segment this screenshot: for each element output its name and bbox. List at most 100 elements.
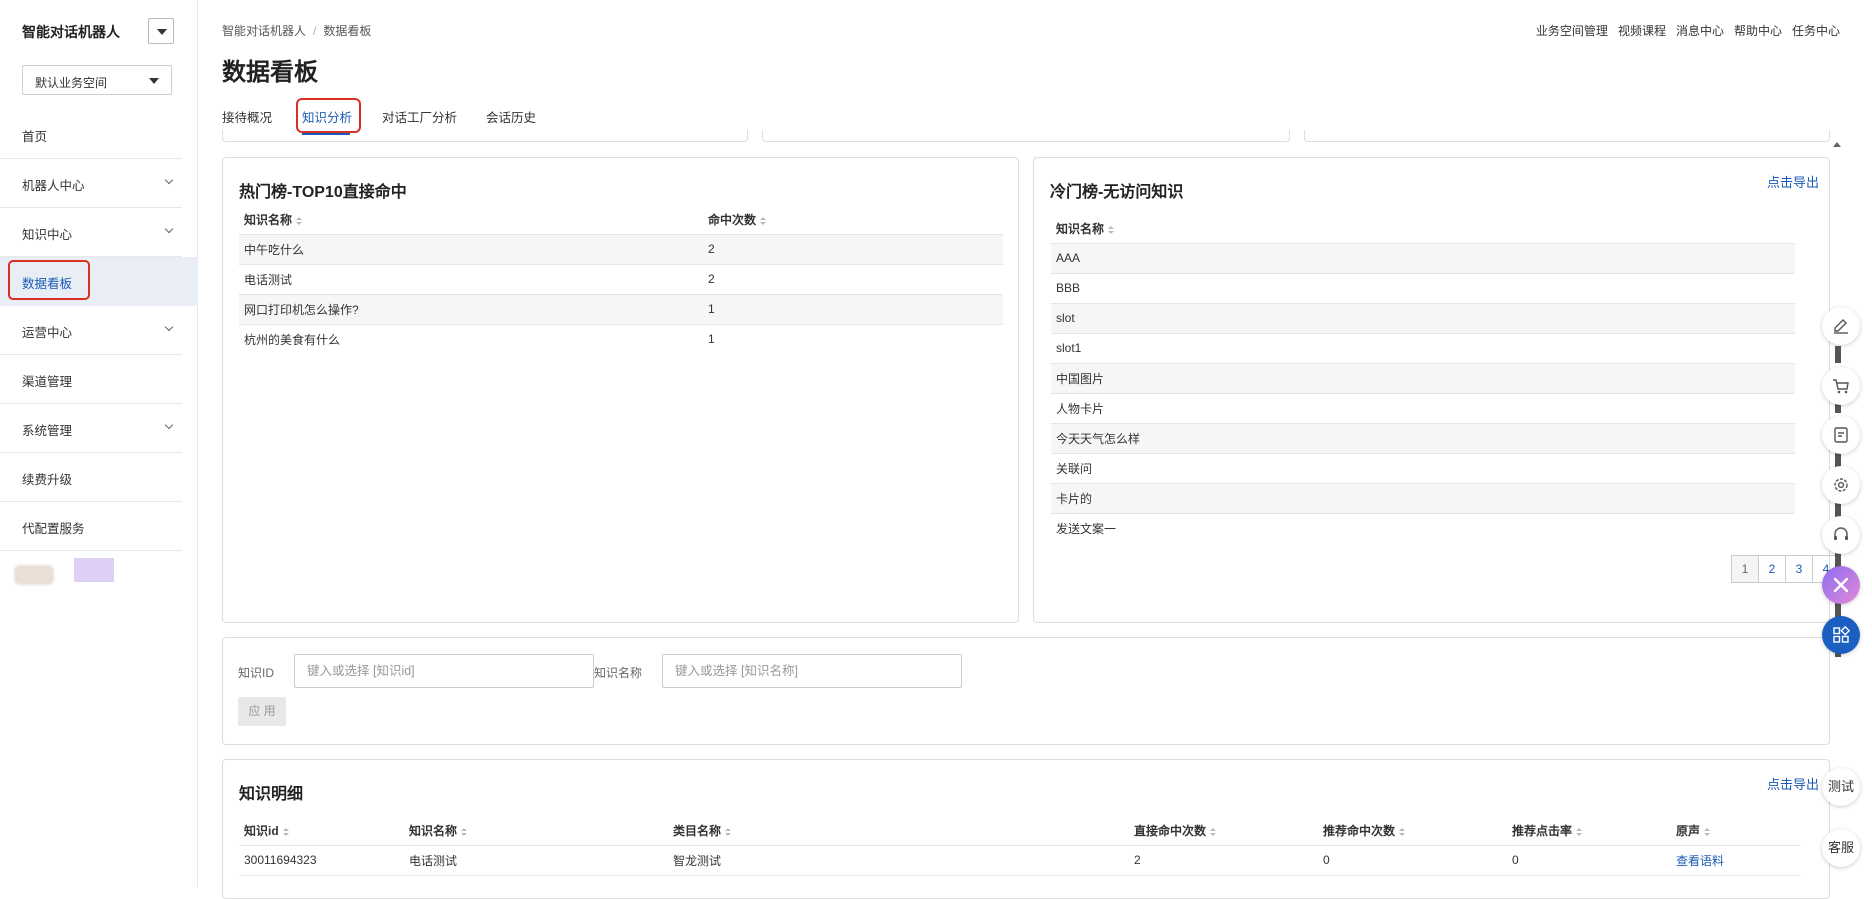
column-header[interactable]: 推荐点击率 <box>1507 817 1671 846</box>
sidebar-item-renewal[interactable]: 续费升级 <box>0 453 182 502</box>
chevron-down-icon <box>164 224 174 234</box>
breadcrumb-separator: / <box>313 24 317 38</box>
column-header[interactable]: 直接命中次数 <box>1129 817 1318 846</box>
link-task-center[interactable]: 任务中心 <box>1792 24 1840 38</box>
apps-icon <box>1833 626 1850 643</box>
sidebar-item-knowledge-center[interactable]: 知识中心 <box>0 208 182 257</box>
hot-ranking-title: 热门榜-TOP10直接命中 <box>239 184 407 201</box>
sort-icon <box>1576 828 1583 837</box>
workspace-select-value: 默认业务空间 <box>35 76 108 90</box>
link-video-course[interactable]: 视频课程 <box>1618 24 1666 38</box>
apps-button[interactable] <box>1822 616 1860 654</box>
workspace-select[interactable]: 默认业务空间 <box>22 65 172 95</box>
tab-dialog-factory[interactable]: 对话工厂分析 <box>382 107 457 126</box>
column-header[interactable]: 推荐命中次数 <box>1318 817 1507 846</box>
table-cell: 电话测试 <box>404 845 668 876</box>
sidebar-item-label: 知识中心 <box>22 228 73 242</box>
cart-button[interactable] <box>1822 367 1860 405</box>
knowledge-name-label: 知识名称 <box>594 666 643 680</box>
apply-button[interactable]: 应 用 <box>238 697 286 726</box>
table-cell: AAA <box>1051 243 1795 274</box>
avatar-secondary <box>74 558 114 582</box>
hot-ranking-card: 热门榜-TOP10直接命中 知识名称 命中次数 中午吃什么 2 电话测试 2 网口打… <box>222 157 1019 623</box>
knowledge-detail-title: 知识明细 <box>239 786 304 803</box>
test-button[interactable]: 测试 <box>1822 768 1860 806</box>
sidebar-item-robot-center[interactable]: 机器人中心 <box>0 159 182 208</box>
sort-icon <box>1399 828 1406 837</box>
sidebar-item-system[interactable]: 系统管理 <box>0 404 182 453</box>
edit-button[interactable] <box>1822 307 1860 345</box>
table-cell: 2 <box>703 234 1003 265</box>
settings-button[interactable] <box>1822 466 1860 504</box>
brand-row: 智能对话机器人 <box>22 18 174 44</box>
support-button[interactable] <box>1822 516 1860 554</box>
sidebar-item-label: 首页 <box>22 130 48 144</box>
column-header[interactable]: 知识名称 <box>239 206 703 235</box>
avatar[interactable] <box>14 565 54 585</box>
view-corpus-link[interactable]: 查看语料 <box>1671 845 1801 876</box>
table-row: 卡片的 <box>1051 483 1795 514</box>
column-header[interactable]: 命中次数 <box>703 206 1003 235</box>
knowledge-detail-table: 知识id 知识名称 类目名称 直接命中次数 推荐命中次数 推荐点击率 原声 30… <box>239 817 1801 876</box>
page-title: 数据看板 <box>222 59 318 86</box>
column-header[interactable]: 知识名称 <box>1051 215 1795 244</box>
column-header-label: 知识名称 <box>1056 222 1105 237</box>
table-row: AAA <box>1051 243 1795 274</box>
sidebar-item-config-service[interactable]: 代配置服务 <box>0 502 182 551</box>
ai-assistant-button[interactable] <box>1822 566 1860 604</box>
tab-session-history[interactable]: 会话历史 <box>486 107 536 126</box>
highlight-box <box>296 98 361 133</box>
knowledge-id-input[interactable]: 键入或选择 [知识id] <box>294 654 594 688</box>
column-header-label: 推荐点击率 <box>1512 824 1573 839</box>
hot-ranking-table: 知识名称 命中次数 中午吃什么 2 电话测试 2 网口打印机怎么操作? 1 杭州的美食… <box>239 206 1003 354</box>
column-header-label: 直接命中次数 <box>1134 824 1207 839</box>
table-row: 人物卡片 <box>1051 393 1795 424</box>
column-header-label: 原声 <box>1676 824 1701 839</box>
table-cell: 0 <box>1507 845 1671 876</box>
link-message-center[interactable]: 消息中心 <box>1676 24 1724 38</box>
brand-dropdown-button[interactable] <box>148 18 174 44</box>
api-button[interactable] <box>1822 416 1860 454</box>
card-remnant <box>222 130 748 142</box>
export-link[interactable]: 点击导出 <box>1767 774 1819 793</box>
knowledge-name-input[interactable]: 键入或选择 [知识名称] <box>662 654 962 688</box>
table-row: 电话测试 2 <box>239 264 1003 295</box>
link-workspace-manage[interactable]: 业务空间管理 <box>1536 24 1608 38</box>
sidebar-item-channels[interactable]: 渠道管理 <box>0 355 182 404</box>
page-button-3[interactable]: 3 <box>1785 555 1813 583</box>
sidebar-item-label: 运营中心 <box>22 326 73 340</box>
export-link[interactable]: 点击导出 <box>1767 172 1819 191</box>
table-row: 网口打印机怎么操作? 1 <box>239 294 1003 325</box>
tab-reception-overview[interactable]: 接待概况 <box>222 107 272 126</box>
link-help-center[interactable]: 帮助中心 <box>1734 24 1782 38</box>
column-header[interactable]: 类目名称 <box>668 817 1129 846</box>
column-header[interactable]: 原声 <box>1671 817 1801 846</box>
column-header[interactable]: 知识名称 <box>404 817 668 846</box>
sidebar-item-dashboard[interactable]: 数据看板 <box>0 257 198 306</box>
column-header-label: 知识名称 <box>409 824 458 839</box>
knowledge-detail-card: 知识明细 点击导出 知识id 知识名称 类目名称 直接命中次数 推荐命中次数 推… <box>222 759 1830 899</box>
scroll-up-icon[interactable] <box>1833 142 1841 147</box>
cold-ranking-card: 冷门榜-无访问知识 点击导出 知识名称 AAA BBB slot slot1 中… <box>1033 157 1830 623</box>
breadcrumb-current: 数据看板 <box>323 24 372 38</box>
chevron-down-icon <box>164 322 174 332</box>
breadcrumb-link[interactable]: 智能对话机器人 <box>222 24 306 38</box>
chevron-down-icon <box>164 420 174 430</box>
sidebar-item-operations[interactable]: 运营中心 <box>0 306 182 355</box>
customer-service-button[interactable]: 客服 <box>1822 829 1860 867</box>
table-cell: 0 <box>1318 845 1507 876</box>
cold-ranking-table: 知识名称 AAA BBB slot slot1 中国图片 人物卡片 今天天气怎么… <box>1051 215 1795 543</box>
sidebar-item-label: 渠道管理 <box>22 375 73 389</box>
sidebar-item-home[interactable]: 首页 <box>0 110 182 159</box>
column-header[interactable]: 知识id <box>239 817 404 846</box>
table-cell: 智龙测试 <box>668 845 1129 876</box>
table-row: BBB <box>1051 273 1795 304</box>
table-cell: 中国图片 <box>1051 363 1795 394</box>
page-button-1[interactable]: 1 <box>1731 555 1759 583</box>
column-header-label: 知识id <box>244 824 279 839</box>
sort-icon <box>725 828 732 837</box>
sort-icon <box>282 828 289 837</box>
table-row: slot1 <box>1051 333 1795 364</box>
table-cell: 电话测试 <box>239 264 703 295</box>
page-button-2[interactable]: 2 <box>1758 555 1786 583</box>
